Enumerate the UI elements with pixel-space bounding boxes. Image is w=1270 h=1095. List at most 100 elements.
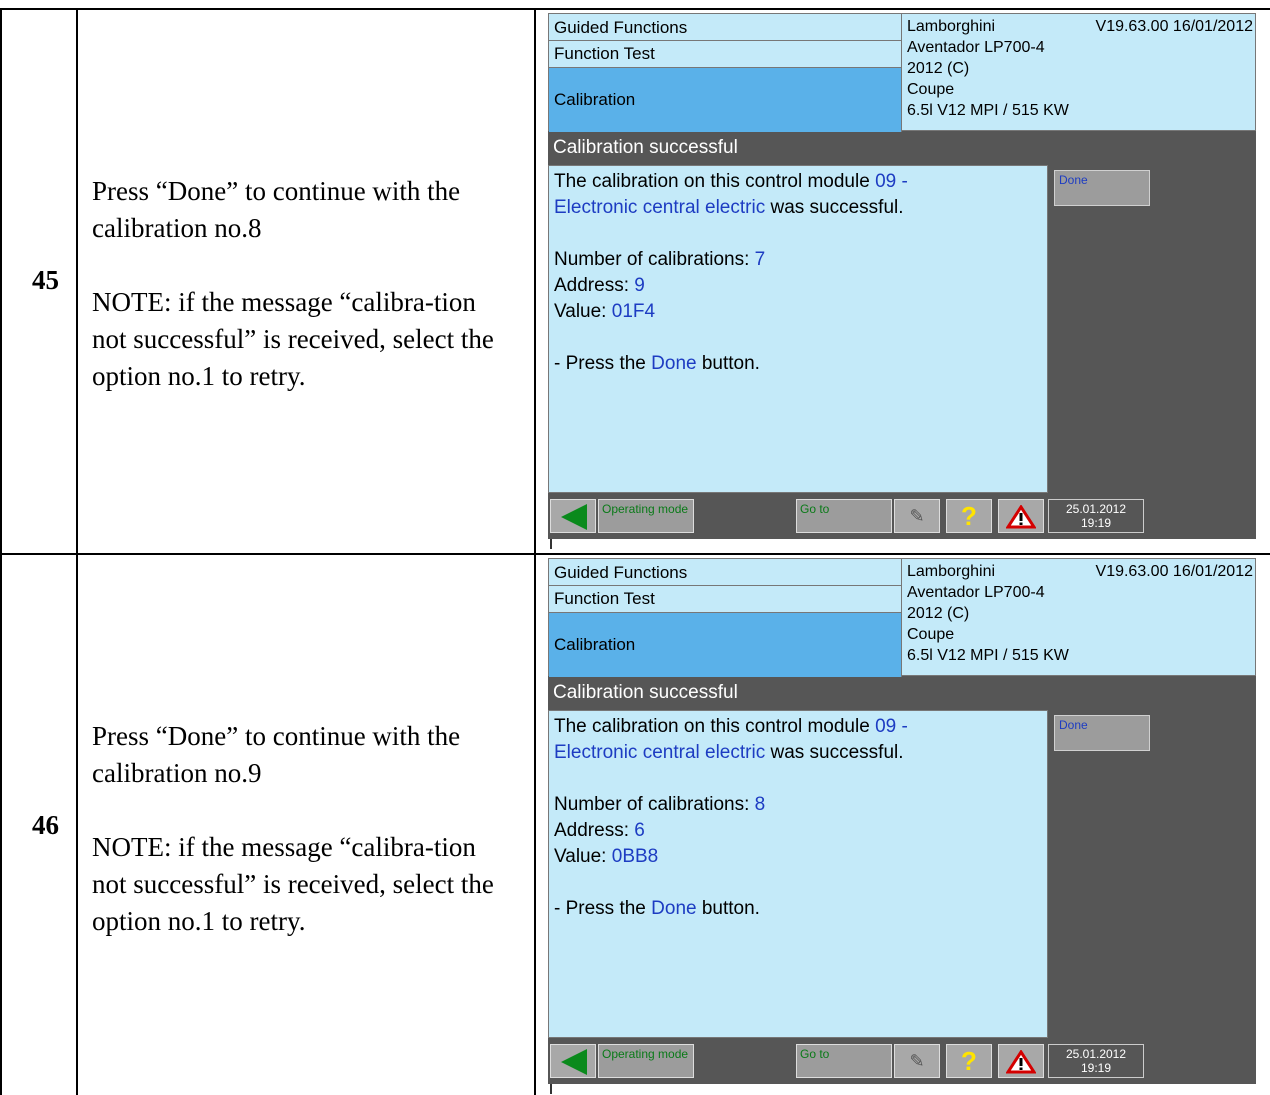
value-value: 0BB8 — [611, 846, 659, 867]
printer-icon: ✎ — [909, 506, 925, 526]
value-label: Value: — [554, 301, 612, 322]
procedure-table: 45 Press “Done” to continue with the cal… — [0, 8, 1270, 1095]
step-number-cell: 45 — [2, 10, 78, 553]
message-panel: The calibration on this control module 0… — [548, 165, 1048, 493]
date-time-display: 25.01.2012 19:19 — [1048, 499, 1144, 533]
screenshot-cell: Guided Functions Function Test Calibrati… — [538, 10, 1270, 553]
vehicle-make: Lamborghini — [907, 18, 996, 35]
operating-mode-button[interactable]: Operating mode — [598, 499, 694, 533]
screen-title: Calibration successful — [548, 678, 1256, 708]
press-button-ref: Done — [651, 353, 697, 374]
vehicle-year: 2012 (C) — [907, 605, 970, 622]
message-line-2: Electronic central electric was successf… — [554, 740, 1042, 766]
diagnostic-screen: Guided Functions Function Test Calibrati… — [548, 13, 1256, 539]
print-button[interactable]: ✎ — [894, 499, 940, 533]
printer-icon: ✎ — [909, 1051, 925, 1071]
help-button[interactable]: ? — [946, 499, 992, 533]
calibration-value: Value: 01F4 — [554, 299, 1042, 325]
done-button[interactable]: Done — [1054, 715, 1150, 751]
warning-button[interactable] — [998, 499, 1044, 533]
calibration-address: Address: 9 — [554, 273, 1042, 299]
screen-header: Guided Functions Function Test Calibrati… — [548, 558, 1256, 677]
software-version: V19.63.00 16/01/2012 — [1095, 563, 1253, 580]
vehicle-model: Aventador LP700-4 — [907, 39, 1045, 56]
message-panel: The calibration on this control module 0… — [548, 710, 1048, 1038]
nav-calibration[interactable]: Calibration — [549, 613, 901, 677]
message-text: was successful. — [765, 742, 904, 763]
step-number-cell: 46 — [2, 555, 78, 1095]
press-button-ref: Done — [651, 898, 697, 919]
press-instruction: - Press the Done button. — [554, 896, 1042, 922]
address-value: 6 — [634, 820, 645, 841]
table-row: 46 Press “Done” to continue with the cal… — [2, 555, 1270, 1095]
instruction-cell: Press “Done” to continue with the calibr… — [80, 10, 536, 553]
bottom-toolbar: Operating mode Go to ✎ ? 25.01.2012 19:1… — [548, 1040, 1256, 1082]
goto-button[interactable]: Go to — [796, 1044, 892, 1078]
message-text: was successful. — [765, 197, 904, 218]
module-name: Electronic central electric — [554, 742, 766, 763]
diagnostic-screen: Guided Functions Function Test Calibrati… — [548, 558, 1256, 1084]
help-button[interactable]: ? — [946, 1044, 992, 1078]
press-text: - Press the — [554, 898, 652, 919]
back-arrow-icon — [561, 1049, 587, 1075]
module-code: 09 - — [875, 171, 908, 192]
calibration-count: Number of calibrations: 7 — [554, 247, 1042, 273]
address-value: 9 — [634, 275, 645, 296]
vehicle-body: Coupe — [907, 81, 955, 98]
calibration-count: Number of calibrations: 8 — [554, 792, 1042, 818]
back-button[interactable] — [550, 1044, 596, 1078]
warning-triangle-icon — [1005, 504, 1037, 529]
press-text: button. — [696, 898, 760, 919]
calibration-value: Value: 0BB8 — [554, 844, 1042, 870]
print-button[interactable]: ✎ — [894, 1044, 940, 1078]
goto-button[interactable]: Go to — [796, 499, 892, 533]
table-row: 45 Press “Done” to continue with the cal… — [2, 10, 1270, 555]
nav-function-test[interactable]: Function Test — [549, 41, 901, 68]
operating-mode-button[interactable]: Operating mode — [598, 1044, 694, 1078]
question-mark-icon: ? — [961, 1046, 977, 1076]
instruction-text: Press “Done” to continue with the calibr… — [92, 173, 512, 395]
time: 19:19 — [1080, 1061, 1112, 1075]
question-mark-icon: ? — [961, 501, 977, 531]
nav-function-test[interactable]: Function Test — [549, 586, 901, 613]
nav-calibration[interactable]: Calibration — [549, 68, 901, 132]
vehicle-make: Lamborghini — [907, 563, 996, 580]
screen-title: Calibration successful — [548, 133, 1256, 163]
count-value: 8 — [754, 794, 766, 815]
message-text: The calibration on this control module — [554, 171, 876, 192]
screen-edge — [550, 539, 552, 549]
step-number: 46 — [32, 810, 59, 840]
message-text: The calibration on this control module — [554, 716, 876, 737]
message-line-1: The calibration on this control module 0… — [554, 714, 1042, 740]
nav-guided-functions[interactable]: Guided Functions — [549, 559, 901, 586]
count-label: Number of calibrations: — [554, 249, 755, 270]
value-label: Value: — [554, 846, 612, 867]
instruction: Press “Done” to continue with the calibr… — [92, 176, 461, 243]
vehicle-info: Lamborghini V19.63.00 16/01/2012 Aventad… — [907, 16, 1253, 121]
step-number: 45 — [32, 265, 59, 295]
instruction: Press “Done” to continue with the calibr… — [92, 721, 461, 788]
navigation-panel: Guided Functions Function Test Calibrati… — [549, 14, 902, 132]
press-text: button. — [696, 353, 760, 374]
address-label: Address: — [554, 820, 635, 841]
press-text: - Press the — [554, 353, 652, 374]
back-button[interactable] — [550, 499, 596, 533]
press-instruction: - Press the Done button. — [554, 351, 1042, 377]
navigation-panel: Guided Functions Function Test Calibrati… — [549, 559, 902, 677]
date: 25.01.2012 — [1065, 502, 1127, 516]
message-line-1: The calibration on this control module 0… — [554, 169, 1042, 195]
note: NOTE: if the message “calibra-tion not s… — [92, 287, 494, 391]
module-name: Electronic central electric — [554, 197, 766, 218]
count-label: Number of calibrations: — [554, 794, 755, 815]
warning-button[interactable] — [998, 1044, 1044, 1078]
vehicle-engine: 6.5l V12 MPI / 515 KW — [907, 102, 1069, 119]
done-button[interactable]: Done — [1054, 170, 1150, 206]
message-line-2: Electronic central electric was successf… — [554, 195, 1042, 221]
nav-guided-functions[interactable]: Guided Functions — [549, 14, 901, 41]
calibration-address: Address: 6 — [554, 818, 1042, 844]
value-value: 01F4 — [611, 301, 656, 322]
count-value: 7 — [754, 249, 766, 270]
instruction-cell: Press “Done” to continue with the calibr… — [80, 555, 536, 1095]
warning-triangle-icon — [1005, 1049, 1037, 1074]
vehicle-engine: 6.5l V12 MPI / 515 KW — [907, 647, 1069, 664]
